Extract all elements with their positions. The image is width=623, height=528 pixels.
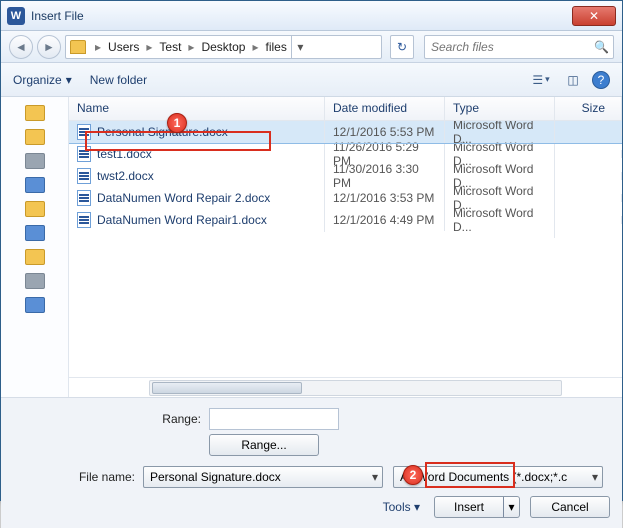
file-name-cell: DataNumen Word Repair1.docx — [69, 208, 325, 232]
forward-icon: ► — [43, 40, 55, 54]
sidebar-item[interactable] — [25, 153, 45, 169]
file-date-cell: 12/1/2016 3:53 PM — [325, 187, 445, 209]
filter-label: All Word Documents (*.docx;*.c — [400, 470, 567, 484]
column-headers: Name Date modified Type Size — [69, 97, 622, 121]
titlebar: W Insert File ✕ — [1, 1, 622, 31]
word-app-icon: W — [7, 7, 25, 25]
sidebar-item[interactable] — [25, 105, 45, 121]
file-name-cell: Personal Signature.docx — [69, 121, 325, 144]
organize-menu[interactable]: Organize ▾ — [13, 73, 72, 87]
breadcrumb-sep: ▸ — [92, 40, 104, 54]
sidebar-item[interactable] — [25, 249, 45, 265]
chevron-down-icon: ▾ — [66, 73, 72, 87]
file-name-cell: DataNumen Word Repair 2.docx — [69, 186, 325, 210]
view-mode-button[interactable]: ☰ ▾ — [528, 69, 554, 91]
breadcrumb[interactable]: ▸ Users ▸ Test ▸ Desktop ▸ files ▾ — [65, 35, 382, 59]
list-view-icon: ☰ — [532, 73, 543, 87]
toolbar: Organize ▾ New folder ☰ ▾ ◫ ? — [1, 63, 622, 97]
chevron-down-icon: ▾ — [586, 470, 598, 484]
table-row[interactable]: DataNumen Word Repair1.docx12/1/2016 4:4… — [69, 209, 622, 231]
preview-pane-button[interactable]: ◫ — [560, 69, 586, 91]
range-label: Range: — [13, 412, 209, 426]
preview-icon: ◫ — [567, 73, 578, 87]
folder-icon — [70, 40, 86, 54]
filename-combo[interactable]: Personal Signature.docx ▾ — [143, 466, 383, 488]
file-size-cell — [555, 172, 622, 180]
breadcrumb-item[interactable]: Test — [157, 40, 183, 54]
new-folder-button[interactable]: New folder — [90, 73, 147, 87]
breadcrumb-sep: ▸ — [185, 40, 197, 54]
column-size[interactable]: Size — [555, 97, 622, 120]
organize-label: Organize — [13, 73, 62, 87]
file-list-pane: Name Date modified Type Size Personal Si… — [69, 97, 622, 397]
back-icon: ◄ — [15, 40, 27, 54]
insert-file-dialog: 1 2 W Insert File ✕ ◄ ► ▸ Users ▸ Test ▸… — [0, 0, 623, 501]
file-name-cell: test1.docx — [69, 142, 325, 166]
file-browser: Name Date modified Type Size Personal Si… — [1, 97, 622, 397]
filetype-filter[interactable]: All Word Documents (*.docx;*.c ▾ — [393, 466, 603, 488]
help-button[interactable]: ? — [592, 71, 610, 89]
filename-value: Personal Signature.docx — [150, 470, 281, 484]
insert-split-button[interactable]: Insert ▾ — [434, 496, 520, 518]
file-type-cell: Microsoft Word D... — [445, 202, 555, 238]
chevron-down-icon: ▾ — [545, 74, 550, 85]
file-size-cell — [555, 216, 622, 224]
sidebar-item[interactable] — [25, 225, 45, 241]
file-date-cell: 12/1/2016 4:49 PM — [325, 209, 445, 231]
chevron-down-icon: ▾ — [366, 470, 378, 484]
refresh-button[interactable]: ↻ — [390, 35, 414, 59]
tools-menu[interactable]: Tools ▾ — [383, 500, 420, 514]
file-size-cell — [555, 194, 622, 202]
column-type[interactable]: Type — [445, 97, 555, 120]
file-name-cell: twst2.docx — [69, 164, 325, 188]
dialog-footer: Range: Range... File name: Personal Sign… — [1, 397, 622, 528]
file-size-cell — [555, 128, 622, 136]
refresh-icon: ↻ — [397, 40, 407, 54]
sidebar-item[interactable] — [25, 297, 45, 313]
word-doc-icon — [77, 124, 91, 140]
search-box[interactable]: 🔍 — [424, 35, 614, 59]
scroll-area — [69, 377, 622, 397]
insert-button[interactable]: Insert — [434, 496, 504, 518]
forward-button[interactable]: ► — [37, 35, 61, 59]
annotation-1: 1 — [167, 113, 187, 133]
breadcrumb-item[interactable]: Desktop — [199, 40, 247, 54]
breadcrumb-item[interactable]: files — [264, 40, 289, 54]
search-icon[interactable]: 🔍 — [594, 40, 609, 54]
search-input[interactable] — [429, 39, 594, 55]
word-doc-icon — [77, 190, 91, 206]
sidebar-item[interactable] — [25, 273, 45, 289]
cancel-button[interactable]: Cancel — [530, 496, 610, 518]
tools-label: Tools — [383, 500, 411, 514]
word-doc-icon — [77, 168, 91, 184]
close-icon: ✕ — [589, 9, 599, 23]
breadcrumb-dropdown[interactable]: ▾ — [291, 36, 309, 58]
range-button[interactable]: Range... — [209, 434, 319, 456]
word-doc-icon — [77, 212, 91, 228]
column-name[interactable]: Name — [69, 97, 325, 120]
breadcrumb-sep: ▸ — [249, 40, 261, 54]
help-icon: ? — [598, 73, 605, 87]
back-button[interactable]: ◄ — [9, 35, 33, 59]
breadcrumb-item[interactable]: Users — [106, 40, 141, 54]
column-date[interactable]: Date modified — [325, 97, 445, 120]
horizontal-scrollbar[interactable] — [149, 380, 562, 396]
insert-dropdown[interactable]: ▾ — [504, 496, 520, 518]
range-input[interactable] — [209, 408, 339, 430]
window-title: Insert File — [31, 9, 84, 23]
close-button[interactable]: ✕ — [572, 6, 616, 26]
sidebar-item[interactable] — [25, 177, 45, 193]
file-size-cell — [555, 150, 622, 158]
filename-label: File name: — [13, 470, 143, 484]
breadcrumb-sep: ▸ — [143, 40, 155, 54]
file-rows: Personal Signature.docx12/1/2016 5:53 PM… — [69, 121, 622, 377]
navbar: ◄ ► ▸ Users ▸ Test ▸ Desktop ▸ files ▾ ↻… — [1, 31, 622, 63]
word-doc-icon — [77, 146, 91, 162]
chevron-down-icon: ▾ — [414, 500, 420, 514]
sidebar-item[interactable] — [25, 129, 45, 145]
sidebar-item[interactable] — [25, 201, 45, 217]
scrollbar-thumb[interactable] — [152, 382, 302, 394]
sidebar[interactable] — [1, 97, 69, 397]
annotation-2: 2 — [403, 465, 423, 485]
